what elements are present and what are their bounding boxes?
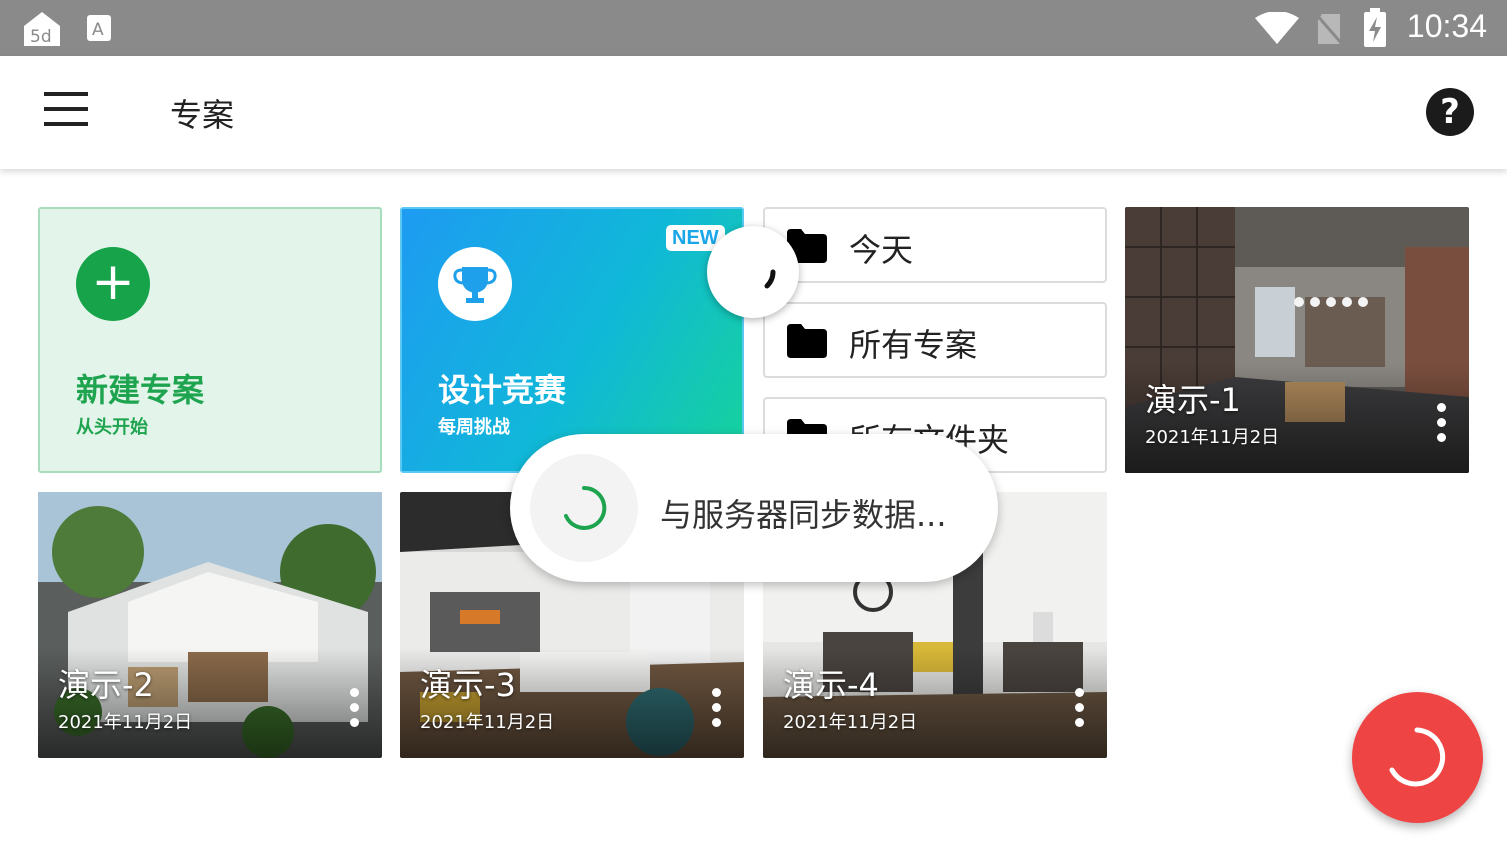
folder-label: 今天: [849, 231, 914, 269]
new-project-card[interactable]: + 新建专案 从头开始: [38, 207, 382, 473]
status-time: 10:34: [1406, 8, 1487, 44]
loading-spinner-icon: [530, 454, 638, 562]
sync-message: 与服务器同步数据...: [660, 496, 947, 534]
folder-label: 所有专案: [849, 326, 978, 364]
folder-icon: [787, 324, 827, 358]
project-name: 演示-1: [1145, 381, 1241, 419]
trophy-icon: [438, 247, 512, 321]
help-icon[interactable]: ?: [1426, 88, 1474, 136]
plus-icon: +: [76, 247, 150, 321]
sync-toast: 与服务器同步数据...: [510, 434, 998, 582]
5d-app-icon: 5d: [24, 12, 60, 47]
svg-text:5d: 5d: [30, 27, 52, 47]
page-title: 专案: [170, 96, 235, 134]
more-options-icon[interactable]: [1069, 688, 1089, 732]
project-date: 2021年11月2日: [783, 712, 918, 733]
refresh-spinner: [707, 226, 799, 318]
project-card-demo-1[interactable]: 演示-1 2021年11月2日: [1125, 207, 1469, 473]
more-options-icon[interactable]: [344, 688, 364, 732]
contest-subtitle: 每周挑战: [438, 417, 510, 438]
svg-text:A: A: [92, 20, 104, 40]
more-options-icon[interactable]: [1431, 403, 1451, 447]
status-bar: 5d A 10:34: [0, 0, 1507, 56]
loading-ring-icon: [1389, 727, 1446, 787]
a-text-icon: A: [87, 15, 111, 41]
project-date: 2021年11月2日: [1145, 427, 1280, 448]
folder-today[interactable]: 今天: [763, 207, 1107, 283]
more-options-icon[interactable]: [706, 688, 726, 732]
new-project-title: 新建专案: [76, 371, 205, 409]
project-name: 演示-3: [420, 666, 516, 704]
hamburger-menu-icon[interactable]: [40, 92, 92, 132]
project-name: 演示-4: [783, 666, 879, 704]
project-name: 演示-2: [58, 666, 154, 704]
app-toolbar: 专案 ?: [0, 56, 1507, 169]
no-sim-icon: [1314, 13, 1344, 45]
folder-all-projects[interactable]: 所有专案: [763, 302, 1107, 378]
project-date: 2021年11月2日: [58, 712, 193, 733]
new-project-subtitle: 从头开始: [76, 417, 148, 438]
project-card-demo-2[interactable]: 演示-2 2021年11月2日: [38, 492, 382, 758]
wifi-icon: [1255, 12, 1299, 44]
project-date: 2021年11月2日: [420, 712, 555, 733]
contest-title: 设计竞赛: [438, 371, 567, 409]
battery-charging-icon: [1364, 8, 1386, 47]
sync-fab-button[interactable]: [1352, 692, 1483, 823]
